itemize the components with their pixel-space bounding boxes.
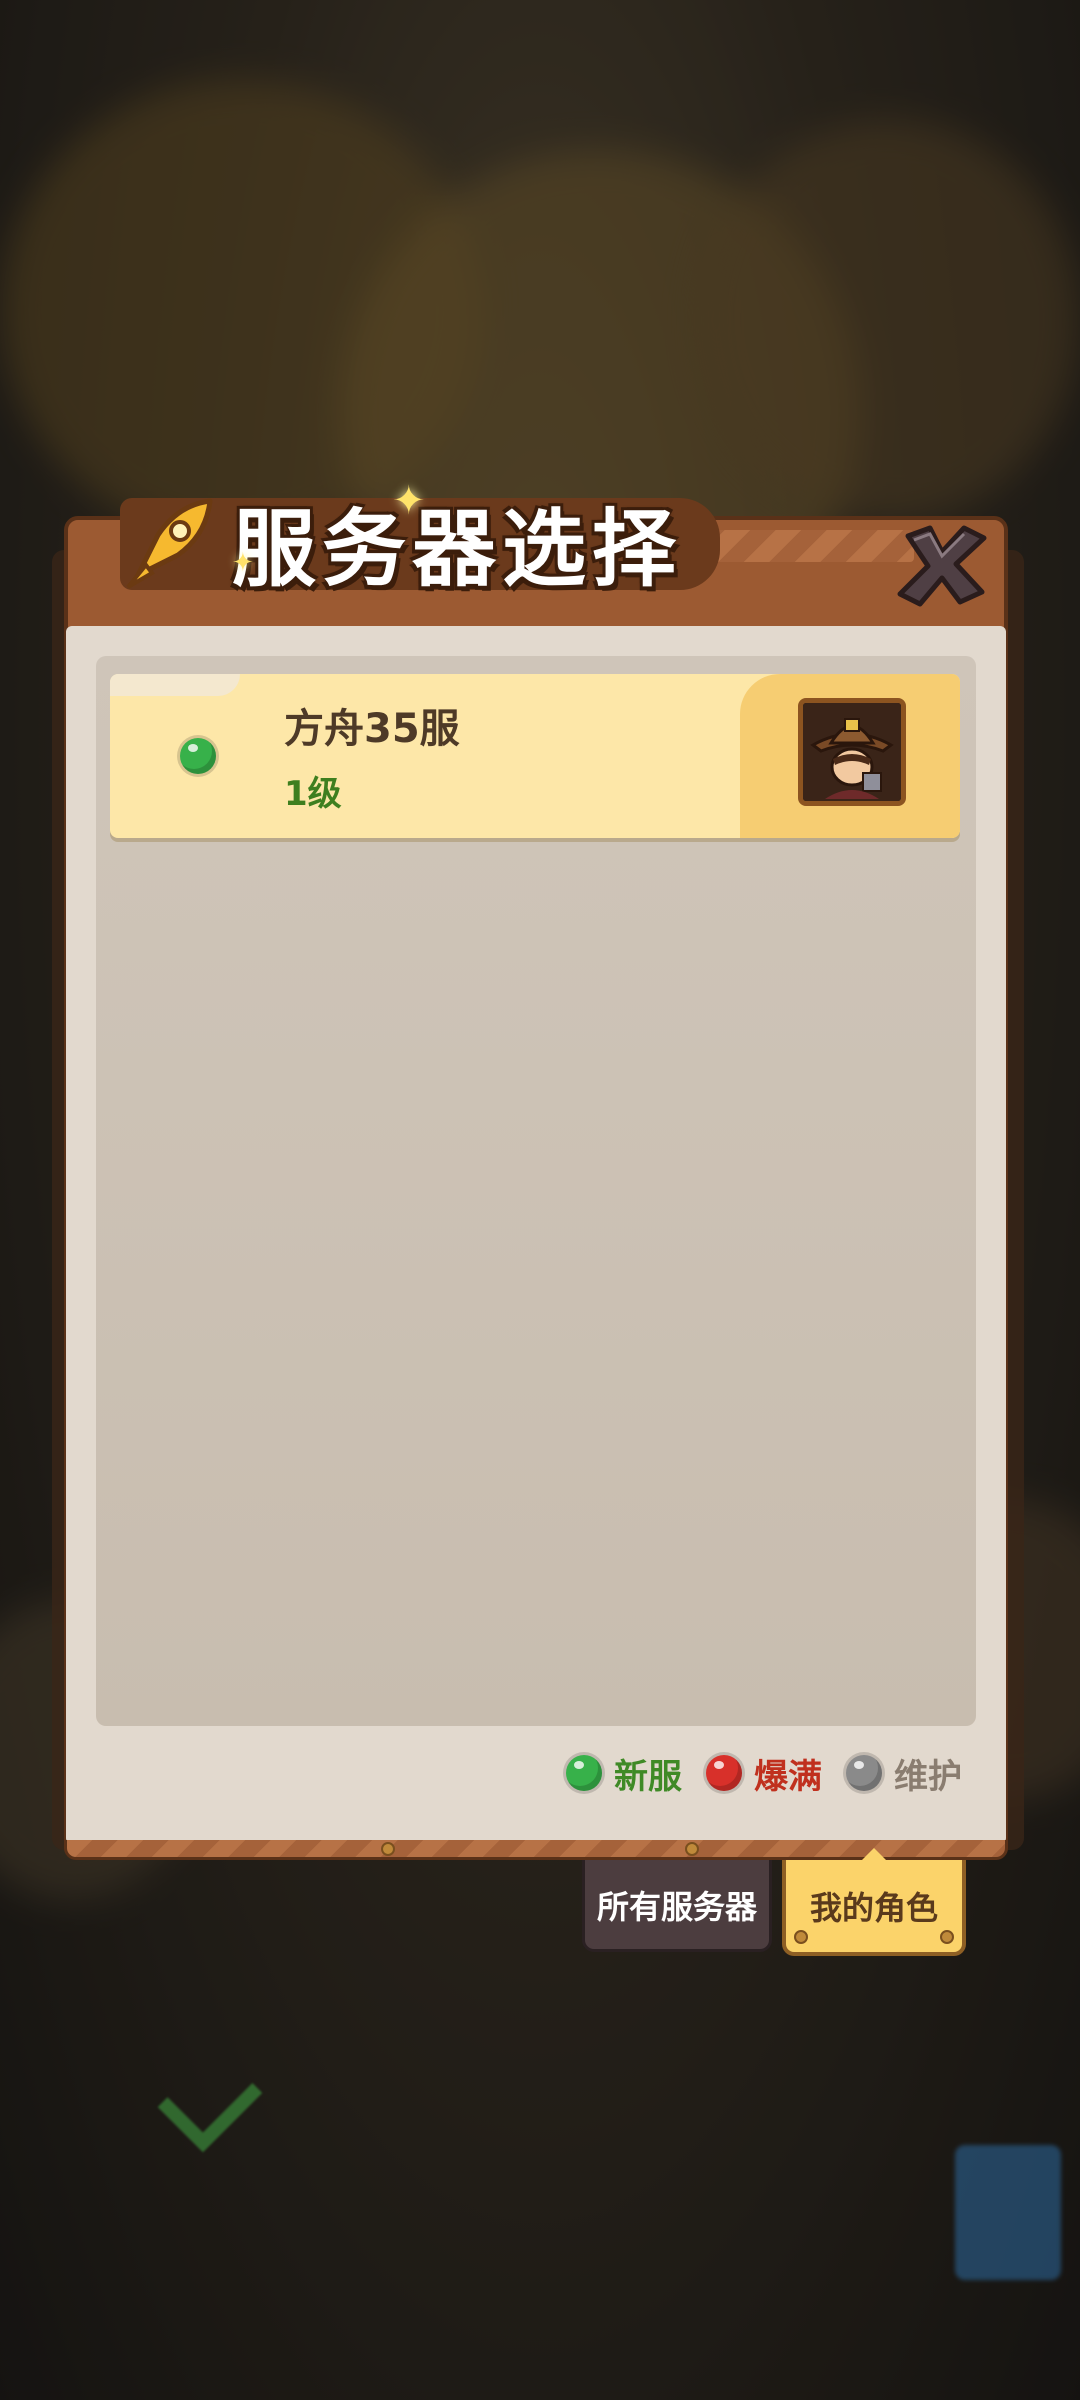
- sparkle-icon: ✦: [392, 478, 426, 524]
- tab-my-roles-label: 我的角色: [809, 1889, 938, 1927]
- row-corner-decoration: [110, 674, 240, 696]
- sparkle-icon: ✦: [232, 548, 254, 578]
- bolt-icon: [794, 1930, 808, 1944]
- server-status-legend: 新服 爆满 维护: [566, 1748, 972, 1798]
- server-row[interactable]: 方舟35服 1级: [110, 674, 960, 838]
- tab-my-roles[interactable]: 我的角色: [782, 1848, 966, 1956]
- close-button[interactable]: [890, 522, 994, 608]
- server-level: 1级: [284, 774, 342, 814]
- server-status-new-icon: [180, 738, 216, 774]
- legend-new-label: 新服: [614, 1756, 682, 1797]
- server-name: 方舟35服: [284, 706, 460, 752]
- age-rating-badge-icon: [955, 2145, 1061, 2280]
- bolt-icon: [940, 1930, 954, 1944]
- status-new-icon: [566, 1755, 602, 1791]
- legend-maintenance: 维护: [846, 1749, 962, 1798]
- legend-maintenance-label: 维护: [894, 1756, 962, 1797]
- status-maintenance-icon: [846, 1755, 882, 1791]
- legend-new: 新服: [566, 1749, 682, 1798]
- bolt-icon: [685, 1842, 699, 1856]
- game-screen: 服务器选择 ✦ ✦ 方舟35服 1级 新服 爆满 维护 所有服务器 我的角色: [0, 0, 1080, 2400]
- legend-full-label: 爆满: [754, 1756, 822, 1797]
- rocket-icon: [126, 498, 213, 589]
- close-x-icon: [897, 525, 987, 607]
- legend-full: 爆满: [706, 1749, 822, 1798]
- bolt-icon: [381, 1842, 395, 1856]
- status-full-icon: [706, 1755, 742, 1791]
- dialog-title: 服务器选择: [232, 500, 683, 598]
- cowboy-hero-portrait-icon: [798, 698, 906, 806]
- tab-all-servers[interactable]: 所有服务器: [582, 1860, 772, 1952]
